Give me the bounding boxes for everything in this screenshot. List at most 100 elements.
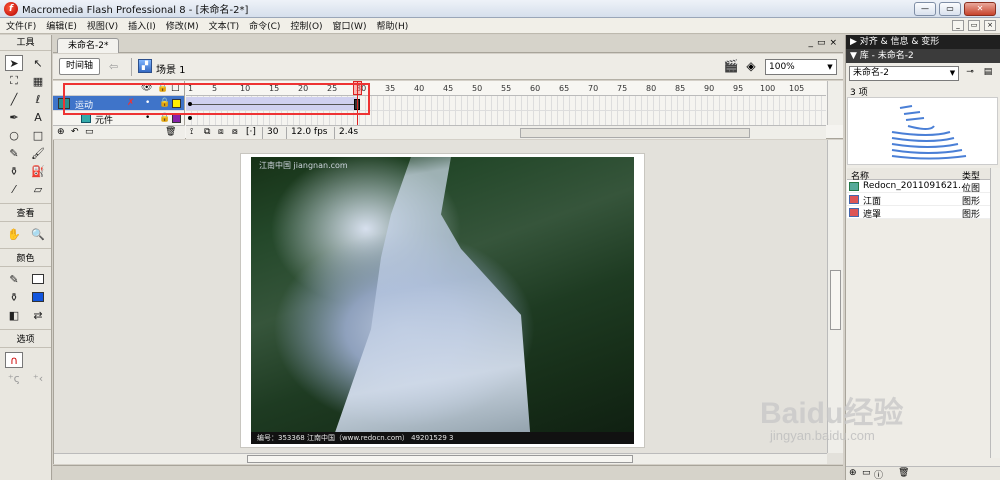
- center-frame-icon[interactable]: ⟟: [190, 127, 193, 137]
- menu-insert[interactable]: 插入(I): [128, 19, 156, 32]
- library-item[interactable]: Redocn_2011091621... 位图: [847, 180, 990, 194]
- menu-help[interactable]: 帮助(H): [376, 19, 408, 32]
- document-tab[interactable]: 未命名-2*: [57, 38, 120, 53]
- layer-row-motion[interactable]: 运动 ✗ • 🔒: [53, 96, 184, 111]
- menu-text[interactable]: 文本(T): [209, 19, 240, 32]
- eraser-tool-icon[interactable]: ▱: [29, 181, 47, 197]
- scroll-thumb[interactable]: [830, 270, 841, 330]
- rectangle-tool-icon[interactable]: □: [29, 127, 47, 143]
- maximize-button[interactable]: ▭: [939, 2, 961, 16]
- doc-restore-icon[interactable]: ▭: [968, 20, 980, 31]
- library-document-select[interactable]: 未命名-2 ▼: [849, 66, 959, 81]
- minimize-button[interactable]: —: [914, 2, 936, 16]
- delete-icon[interactable]: 🗑: [898, 468, 909, 478]
- stroke-color-icon[interactable]: ✎: [5, 271, 23, 287]
- lasso-tool-icon[interactable]: ℓ: [29, 91, 47, 107]
- scroll-thumb[interactable]: [247, 455, 633, 463]
- chevron-down-icon[interactable]: ▼: [824, 60, 836, 74]
- frame-row-symbol[interactable]: [186, 111, 826, 126]
- menu-view[interactable]: 视图(V): [87, 19, 118, 32]
- properties-icon[interactable]: ⓘ: [874, 468, 883, 480]
- modify-markers-icon[interactable]: [·]: [246, 127, 256, 137]
- pencil-tool-icon[interactable]: ✎: [5, 145, 23, 161]
- scene-label[interactable]: 场景 1: [156, 61, 186, 76]
- snap-magnet-icon[interactable]: ∩: [5, 352, 23, 368]
- stage-vertical-scrollbar[interactable]: [827, 140, 843, 453]
- menu-commands[interactable]: 命令(C): [249, 19, 280, 32]
- keyframe[interactable]: [188, 116, 192, 120]
- lock-icon[interactable]: 🔒: [157, 83, 168, 93]
- insert-layer-icon[interactable]: ⊕: [57, 127, 65, 137]
- fill-color-icon[interactable]: ⚱: [5, 289, 23, 305]
- straighten-icon[interactable]: ⁺‹: [29, 370, 47, 386]
- edit-scene-icon[interactable]: 🎬: [723, 59, 739, 74]
- motion-tween-span[interactable]: [186, 97, 360, 110]
- doc-maximize-icon[interactable]: ▭: [817, 38, 826, 48]
- properties-collapsed-bar[interactable]: [53, 465, 843, 480]
- layer-name[interactable]: 运动: [75, 98, 93, 111]
- stage-canvas[interactable]: 江南中国 jiangnan.com 编号：353368 江南中国（www.red…: [240, 153, 645, 448]
- onion-outline-icon[interactable]: ⧈: [218, 127, 224, 137]
- frame-rate[interactable]: 12.0 fps: [286, 127, 327, 139]
- new-symbol-icon[interactable]: ⊕: [849, 468, 857, 478]
- menu-modify[interactable]: 修改(M): [166, 19, 199, 32]
- swap-colors-icon[interactable]: ⇄: [29, 307, 47, 323]
- paint-bucket-tool-icon[interactable]: ⛽: [29, 163, 47, 179]
- pin-library-icon[interactable]: ⊸: [964, 67, 976, 79]
- visible-dot[interactable]: •: [145, 98, 150, 108]
- edit-multiple-icon[interactable]: ⧇: [232, 127, 238, 137]
- frame-ruler[interactable]: 1 5 10 15 20 25 30 35 40 45 50 55 60 65 …: [186, 81, 826, 96]
- lock-dot-icon[interactable]: 🔒: [159, 98, 170, 108]
- layer-color-swatch[interactable]: [172, 99, 181, 108]
- visible-dot[interactable]: •: [145, 113, 150, 123]
- subselect-tool-icon[interactable]: ↖: [29, 55, 47, 71]
- layer-color-swatch[interactable]: [172, 114, 181, 123]
- lock-dot-icon[interactable]: 🔒: [159, 113, 170, 123]
- menu-control[interactable]: 控制(O): [290, 19, 322, 32]
- align-info-transform-header[interactable]: ▶ 对齐 & 信息 & 变形: [846, 35, 1000, 49]
- delete-layer-icon[interactable]: 🗑: [165, 127, 176, 137]
- new-folder-icon[interactable]: ▭: [862, 468, 871, 478]
- doc-minimize-icon[interactable]: _: [952, 20, 964, 31]
- zoom-tool-icon[interactable]: 🔍: [29, 226, 47, 242]
- layer-row-symbol[interactable]: 元件 • 🔒: [53, 111, 184, 126]
- motion-guide-icon[interactable]: ↶: [71, 127, 79, 137]
- chevron-down-icon[interactable]: ▼: [947, 67, 958, 80]
- stroke-color-swatch[interactable]: [29, 271, 47, 287]
- timeline-vertical-scrollbar[interactable]: [827, 81, 843, 125]
- smooth-icon[interactable]: ⁺ς: [5, 370, 23, 386]
- free-transform-tool-icon[interactable]: ⛶: [5, 73, 23, 89]
- back-arrow-icon[interactable]: ⇦: [109, 60, 118, 73]
- brush-tool-icon[interactable]: 🖌: [29, 145, 47, 161]
- onion-skin-icon[interactable]: ⧉: [204, 127, 210, 137]
- doc-close-icon[interactable]: ×: [984, 20, 996, 31]
- menu-edit[interactable]: 编辑(E): [46, 19, 77, 32]
- new-library-panel-icon[interactable]: ▤: [982, 67, 994, 79]
- insert-folder-icon[interactable]: ▭: [85, 127, 94, 137]
- fill-transform-tool-icon[interactable]: ▦: [29, 73, 47, 89]
- outline-icon[interactable]: □: [171, 83, 180, 93]
- pen-tool-icon[interactable]: ✒: [5, 109, 23, 125]
- waterfall-image[interactable]: 江南中国 jiangnan.com 编号：353368 江南中国（www.red…: [251, 157, 634, 444]
- doc-close-icon[interactable]: ×: [829, 38, 837, 48]
- zoom-select[interactable]: 100% ▼: [765, 59, 837, 75]
- oval-tool-icon[interactable]: ○: [5, 127, 23, 143]
- edit-symbol-icon[interactable]: ◈: [743, 59, 759, 74]
- menu-window[interactable]: 窗口(W): [333, 19, 367, 32]
- stage-horizontal-scrollbar[interactable]: [54, 453, 827, 464]
- eye-icon[interactable]: 👁: [141, 83, 152, 93]
- frame-row-motion[interactable]: [186, 96, 826, 111]
- library-vertical-scrollbar[interactable]: [990, 168, 1000, 458]
- arrow-tool-icon[interactable]: ➤: [5, 55, 23, 71]
- doc-minimize-icon[interactable]: _: [808, 38, 813, 48]
- default-colors-icon[interactable]: ◧: [5, 307, 23, 323]
- eyedropper-tool-icon[interactable]: ⁄: [5, 181, 23, 197]
- fill-color-swatch[interactable]: [29, 289, 47, 305]
- ink-bottle-tool-icon[interactable]: ⚱: [5, 163, 23, 179]
- library-item[interactable]: 遮罩 图形: [847, 206, 990, 220]
- menu-file[interactable]: 文件(F): [6, 19, 36, 32]
- timeline-toggle-button[interactable]: 时间轴: [59, 58, 101, 75]
- text-tool-icon[interactable]: A: [29, 109, 47, 125]
- timeline-horizontal-scrollbar[interactable]: [520, 128, 750, 138]
- library-item[interactable]: 江面 图形: [847, 193, 990, 207]
